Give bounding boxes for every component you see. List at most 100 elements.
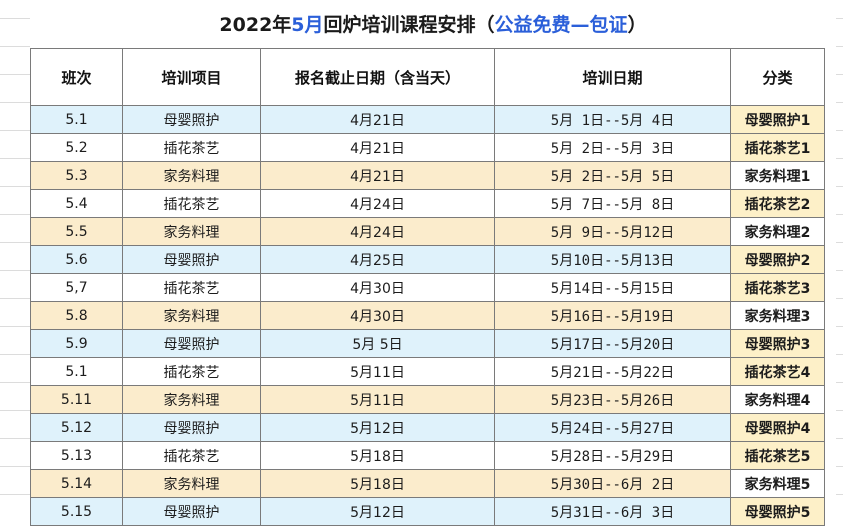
table-row: 5.5 家务料理 4月24日 5月 9日--5月12日 家务料理2	[30, 217, 825, 246]
cell-category[interactable]: 母婴照护3	[730, 329, 825, 358]
cell-project[interactable]: 插花茶艺	[122, 441, 261, 470]
cell-project[interactable]: 插花茶艺	[122, 273, 261, 302]
header-category[interactable]: 分类	[730, 48, 825, 106]
cell-dates[interactable]: 5月10日--5月13日	[494, 245, 731, 274]
cell-project[interactable]: 家务料理	[122, 301, 261, 330]
cell-class[interactable]: 5.5	[30, 217, 123, 246]
cell-category[interactable]: 插花茶艺1	[730, 133, 825, 162]
table-row: 5.4 插花茶艺 4月24日 5月 7日--5月 8日 插花茶艺2	[30, 189, 825, 218]
cell-deadline[interactable]: 5月12日	[260, 413, 495, 442]
cell-deadline[interactable]: 5月11日	[260, 357, 495, 386]
cell-project[interactable]: 家务料理	[122, 469, 261, 498]
table-row: 5.13 插花茶艺 5月18日 5月28日--5月29日 插花茶艺5	[30, 441, 825, 470]
cell-project[interactable]: 家务料理	[122, 161, 261, 190]
cell-class[interactable]: 5.12	[30, 413, 123, 442]
schedule-table: 班次 培训项目 报名截止日期（含当天） 培训日期 分类 5.1 母婴照护 4月21日…	[30, 48, 825, 526]
cell-category[interactable]: 家务料理5	[730, 469, 825, 498]
cell-project[interactable]: 母婴照护	[122, 105, 261, 134]
title-month: 5月	[291, 13, 324, 36]
title-free-note: 公益免费—包证	[494, 13, 628, 36]
cell-class[interactable]: 5.6	[30, 245, 123, 274]
cell-class[interactable]: 5.9	[30, 329, 123, 358]
cell-category[interactable]: 母婴照护4	[730, 413, 825, 442]
cell-category[interactable]: 插花茶艺5	[730, 441, 825, 470]
cell-project[interactable]: 插花茶艺	[122, 357, 261, 386]
cell-category[interactable]: 插花茶艺2	[730, 189, 825, 218]
title-year: 2022年	[219, 13, 292, 36]
page-title[interactable]: 2022年 5月 回炉培训课程安排（ 公益免费—包证）	[30, 0, 836, 46]
cell-dates[interactable]: 5月28日--5月29日	[494, 441, 731, 470]
table-header-row: 班次 培训项目 报名截止日期（含当天） 培训日期 分类	[30, 48, 825, 106]
cell-dates[interactable]: 5月24日--5月27日	[494, 413, 731, 442]
cell-dates[interactable]: 5月 2日--5月 5日	[494, 161, 731, 190]
spreadsheet: 2022年 5月 回炉培训课程安排（ 公益免费—包证） 班次 培训项目 报名截止日期（…	[0, 0, 843, 526]
cell-deadline[interactable]: 4月21日	[260, 133, 495, 162]
header-deadline[interactable]: 报名截止日期（含当天）	[260, 48, 495, 106]
table-row: 5.1 插花茶艺 5月11日 5月21日--5月22日 插花茶艺4	[30, 357, 825, 386]
cell-deadline[interactable]: 4月30日	[260, 273, 495, 302]
table-row: 5.6 母婴照护 4月25日 5月10日--5月13日 母婴照护2	[30, 245, 825, 274]
cell-class[interactable]: 5.1	[30, 357, 123, 386]
cell-class[interactable]: 5.1	[30, 105, 123, 134]
cell-dates[interactable]: 5月 1日--5月 4日	[494, 105, 731, 134]
cell-project[interactable]: 母婴照护	[122, 413, 261, 442]
cell-deadline[interactable]: 4月30日	[260, 301, 495, 330]
cell-class[interactable]: 5,7	[30, 273, 123, 302]
header-project[interactable]: 培训项目	[122, 48, 261, 106]
cell-category[interactable]: 母婴照护5	[730, 497, 825, 526]
cell-project[interactable]: 插花茶艺	[122, 133, 261, 162]
cell-project[interactable]: 插花茶艺	[122, 189, 261, 218]
cell-category[interactable]: 插花茶艺3	[730, 273, 825, 302]
cell-deadline[interactable]: 5月11日	[260, 385, 495, 414]
cell-category[interactable]: 家务料理1	[730, 161, 825, 190]
cell-dates[interactable]: 5月16日--5月19日	[494, 301, 731, 330]
sheet-gridlines-right	[836, 0, 843, 522]
sheet-gridlines-left	[0, 0, 30, 522]
cell-project[interactable]: 家务料理	[122, 217, 261, 246]
cell-class[interactable]: 5.4	[30, 189, 123, 218]
cell-project[interactable]: 家务料理	[122, 385, 261, 414]
cell-dates[interactable]: 5月 7日--5月 8日	[494, 189, 731, 218]
cell-category[interactable]: 插花茶艺4	[730, 357, 825, 386]
cell-class[interactable]: 5.2	[30, 133, 123, 162]
title-main: 回炉培训课程安排（	[323, 13, 495, 36]
table-row: 5.1 母婴照护 4月21日 5月 1日--5月 4日 母婴照护1	[30, 105, 825, 134]
cell-class[interactable]: 5.14	[30, 469, 123, 498]
cell-dates[interactable]: 5月21日--5月22日	[494, 357, 731, 386]
cell-project[interactable]: 母婴照护	[122, 245, 261, 274]
cell-deadline[interactable]: 4月21日	[260, 105, 495, 134]
cell-dates[interactable]: 5月 2日--5月 3日	[494, 133, 731, 162]
header-dates[interactable]: 培训日期	[494, 48, 731, 106]
cell-deadline[interactable]: 4月21日	[260, 161, 495, 190]
cell-class[interactable]: 5.3	[30, 161, 123, 190]
cell-class[interactable]: 5.15	[30, 497, 123, 526]
title-close-paren: ）	[627, 13, 647, 36]
cell-deadline[interactable]: 5月18日	[260, 441, 495, 470]
cell-deadline[interactable]: 4月24日	[260, 217, 495, 246]
cell-dates[interactable]: 5月23日--5月26日	[494, 385, 731, 414]
header-class[interactable]: 班次	[30, 48, 123, 106]
cell-dates[interactable]: 5月31日--6月 3日	[494, 497, 731, 526]
cell-deadline[interactable]: 4月25日	[260, 245, 495, 274]
cell-deadline[interactable]: 5月12日	[260, 497, 495, 526]
table-row: 5.15 母婴照护 5月12日 5月31日--6月 3日 母婴照护5	[30, 497, 825, 526]
cell-project[interactable]: 母婴照护	[122, 329, 261, 358]
cell-project[interactable]: 母婴照护	[122, 497, 261, 526]
cell-class[interactable]: 5.8	[30, 301, 123, 330]
cell-category[interactable]: 家务料理3	[730, 301, 825, 330]
cell-category[interactable]: 母婴照护1	[730, 105, 825, 134]
cell-category[interactable]: 家务料理2	[730, 217, 825, 246]
table-body: 5.1 母婴照护 4月21日 5月 1日--5月 4日 母婴照护1 5.2 插花茶艺 4月21…	[30, 105, 825, 526]
cell-deadline[interactable]: 4月24日	[260, 189, 495, 218]
cell-deadline[interactable]: 5月18日	[260, 469, 495, 498]
cell-dates[interactable]: 5月14日--5月15日	[494, 273, 731, 302]
cell-dates[interactable]: 5月30日--6月 2日	[494, 469, 731, 498]
cell-class[interactable]: 5.11	[30, 385, 123, 414]
cell-dates[interactable]: 5月17日--5月20日	[494, 329, 731, 358]
cell-category[interactable]: 母婴照护2	[730, 245, 825, 274]
cell-class[interactable]: 5.13	[30, 441, 123, 470]
table-row: 5,7 插花茶艺 4月30日 5月14日--5月15日 插花茶艺3	[30, 273, 825, 302]
cell-category[interactable]: 家务料理4	[730, 385, 825, 414]
cell-dates[interactable]: 5月 9日--5月12日	[494, 217, 731, 246]
cell-deadline[interactable]: 5月 5日	[260, 329, 495, 358]
